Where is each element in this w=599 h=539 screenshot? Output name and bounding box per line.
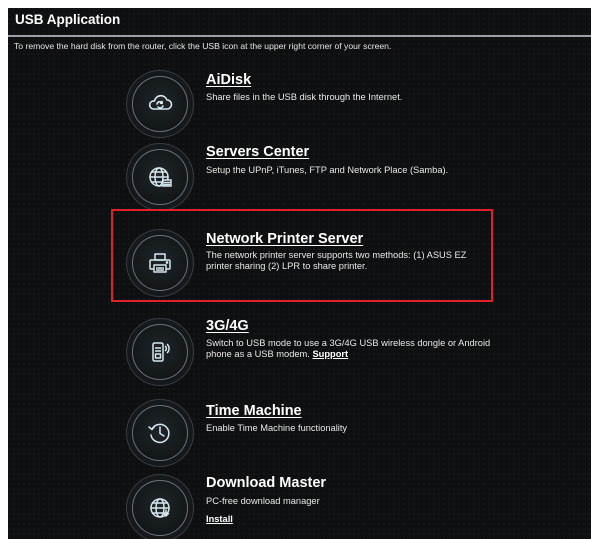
- 3g4g-description-text: Switch to USB mode to use a 3G/4G USB wi…: [206, 338, 491, 359]
- highlight-box: [111, 209, 493, 302]
- support-link[interactable]: Support: [312, 349, 348, 359]
- 3g4g-description: Switch to USB mode to use a 3G/4G USB wi…: [206, 338, 496, 360]
- title-divider: [8, 35, 591, 37]
- page-title: USB Application: [15, 12, 121, 27]
- globe-server-icon[interactable]: [132, 149, 188, 205]
- usb-modem-icon[interactable]: [132, 324, 188, 380]
- app-item-servers-center: Servers Center Setup the UPnP, iTunes, F…: [8, 141, 591, 211]
- app-item-time-machine: Time Machine Enable Time Machine functio…: [8, 398, 591, 468]
- usb-remove-notice: To remove the hard disk from the router,…: [14, 41, 392, 51]
- 3g4g-link[interactable]: 3G/4G: [206, 318, 249, 334]
- time-machine-icon[interactable]: [132, 405, 188, 461]
- cloud-sync-icon[interactable]: [132, 76, 188, 132]
- time-machine-description: Enable Time Machine functionality: [206, 423, 348, 433]
- usb-application-panel: USB Application To remove the hard disk …: [8, 8, 591, 539]
- servers-center-link[interactable]: Servers Center: [206, 144, 309, 160]
- app-item-download-master: Download Master PC-free download manager…: [8, 470, 591, 539]
- time-machine-link[interactable]: Time Machine: [206, 403, 302, 419]
- aidisk-description: Share files in the USB disk through the …: [206, 92, 403, 102]
- servers-center-description: Setup the UPnP, iTunes, FTP and Network …: [206, 165, 449, 175]
- download-master-description: PC-free download manager: [206, 496, 320, 506]
- download-globe-icon[interactable]: [132, 480, 188, 536]
- install-link[interactable]: Install: [206, 514, 233, 524]
- aidisk-link[interactable]: AiDisk: [206, 72, 251, 88]
- download-master-title: Download Master: [206, 475, 327, 491]
- app-item-aidisk: AiDisk Share files in the USB disk throu…: [8, 68, 591, 138]
- app-item-3g4g: 3G/4G Switch to USB mode to use a 3G/4G …: [8, 314, 591, 384]
